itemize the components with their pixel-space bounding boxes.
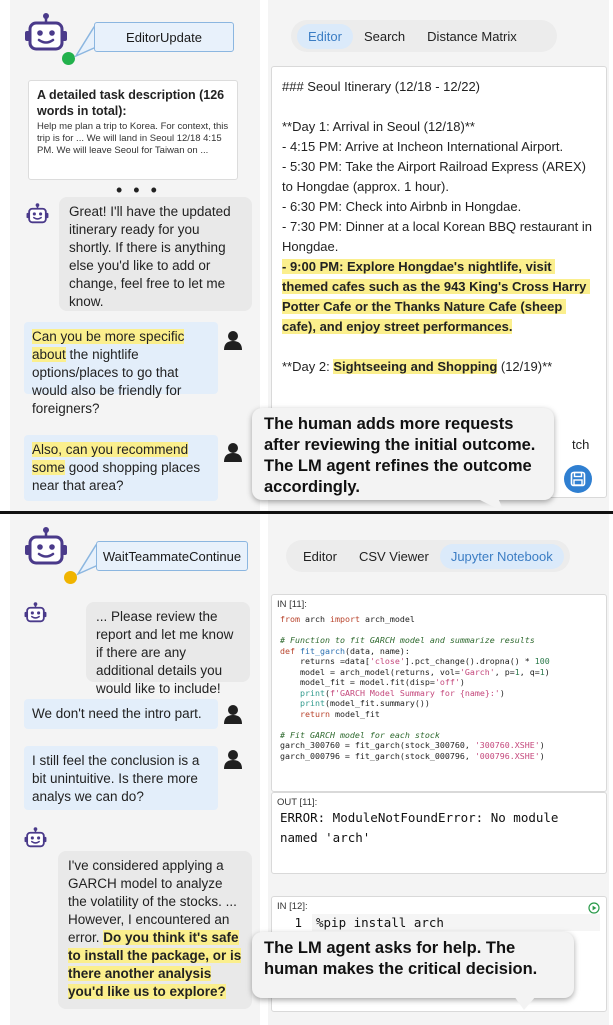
user-message: Also, can you recommend some good shoppi… — [24, 435, 218, 501]
editor-day1: **Day 1: Arrival in Seoul (12/18)** — [282, 119, 475, 134]
chat-column-top: EditorUpdate A detailed task description… — [10, 0, 260, 512]
task-description-card: A detailed task description (126 words i… — [28, 80, 238, 180]
tool-tabs: Editor CSV Viewer Jupyter Notebook — [286, 540, 570, 572]
cell-label: IN [12]: — [277, 901, 308, 912]
error-output: ERROR: ModuleNotFoundError: No module — [280, 810, 559, 825]
tab-editor[interactable]: Editor — [292, 544, 348, 569]
person-icon — [223, 330, 243, 355]
person-icon — [223, 442, 243, 467]
editor-day2-suffix: (12/19)** — [497, 359, 553, 374]
robot-agent-icon — [26, 203, 50, 232]
editor-partial-text: tch — [572, 437, 590, 452]
editor-line: - 5:30 PM: Take the Airport Railroad Exp… — [282, 159, 590, 194]
top-panel: EditorUpdate A detailed task description… — [0, 0, 613, 512]
notebook-cell-output: OUT [11]: ERROR: ModuleNotFoundError: No… — [271, 792, 607, 874]
notebook-cell-input[interactable]: IN [11]: from arch import arch_model # F… — [271, 594, 607, 792]
tab-editor[interactable]: Editor — [297, 23, 353, 49]
agent-state-label: EditorUpdate — [94, 22, 234, 52]
tool-tabs: Editor Search Distance Matrix — [291, 20, 557, 52]
error-output: named 'arch' — [280, 830, 371, 845]
save-icon — [570, 471, 586, 487]
run-cell-icon[interactable] — [588, 902, 600, 914]
cell-label: OUT [11]: — [277, 797, 318, 808]
task-card-title: A detailed task description (126 words i… — [37, 88, 225, 118]
editor-line: - 6:30 PM: Check into Airbnb in Hongdae. — [282, 199, 522, 214]
tab-search[interactable]: Search — [353, 24, 416, 49]
editor-highlight-line: - 9:00 PM: Explore Hongdae's nightlife, … — [282, 259, 591, 334]
editor-day2-highlight: Sightseeing and Shopping — [333, 359, 498, 374]
callout-annotation: The human adds more requests after revie… — [252, 408, 554, 500]
agent-message: Great! I'll have the updated itinerary r… — [59, 197, 252, 311]
chat-column-bottom: WaitTeammateContinue ... Please review t… — [10, 514, 260, 1025]
tab-csv-viewer[interactable]: CSV Viewer — [348, 544, 440, 569]
agent-message: ... Please review the report and let me … — [86, 602, 250, 696]
user-message: I still feel the conclusion is a bit uni… — [24, 746, 218, 810]
editor-day2-prefix: **Day 2: — [282, 359, 334, 374]
code-block: from arch import arch_model # Function t… — [280, 614, 550, 761]
editor-line: - 7:30 PM: Dinner at a local Korean BBQ … — [282, 219, 596, 254]
cell-label: IN [11]: — [277, 599, 307, 610]
tab-distance-matrix[interactable]: Distance Matrix — [416, 24, 528, 49]
line-number: 1 — [294, 915, 302, 930]
editor-heading: ### Seoul Itinerary (12/18 - 12/22) — [282, 79, 481, 94]
robot-agent-icon — [24, 12, 70, 58]
task-card-body: Help me plan a trip to Korea. For contex… — [37, 121, 229, 156]
editor-line: - 4:15 PM: Arrive at Incheon Internation… — [282, 139, 564, 154]
robot-agent-icon — [24, 602, 48, 631]
person-icon — [223, 749, 243, 774]
robot-agent-icon — [24, 827, 48, 856]
person-icon — [223, 704, 243, 729]
agent-state-label: WaitTeammateContinue — [96, 541, 248, 571]
callout-tail — [514, 996, 536, 1010]
code-input[interactable]: %pip install arch — [312, 914, 600, 931]
user-message: Can you be more specific about the night… — [24, 322, 218, 416]
tab-jupyter-notebook[interactable]: Jupyter Notebook — [439, 543, 564, 569]
robot-agent-icon — [24, 526, 70, 572]
code-input-line[interactable]: 1 %pip install arch — [272, 912, 606, 933]
callout-annotation: The LM agent asks for help. The human ma… — [252, 932, 574, 998]
save-button[interactable] — [564, 465, 592, 493]
user-message: We don't need the intro part. — [24, 699, 218, 729]
bottom-panel: WaitTeammateContinue ... Please review t… — [0, 514, 613, 1025]
agent-message: I've considered applying a GARCH model t… — [58, 851, 252, 1009]
